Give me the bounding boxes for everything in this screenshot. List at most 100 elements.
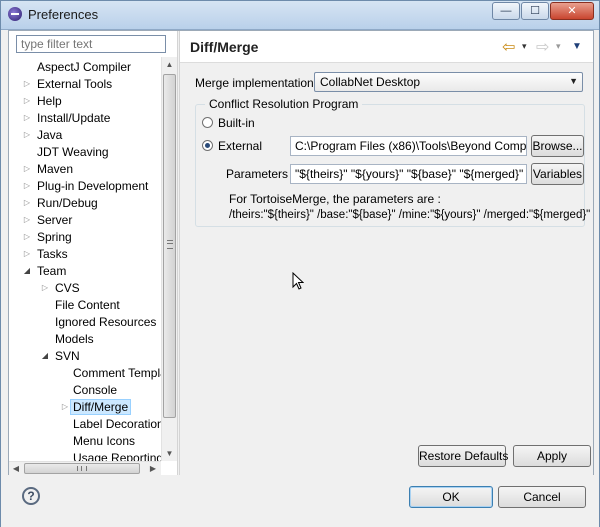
expand-arrow-icon[interactable]: ▷ (41, 283, 49, 293)
close-button[interactable]: ✕ (550, 2, 594, 20)
apply-button[interactable]: Apply (513, 445, 591, 467)
scroll-left-arrow-icon[interactable]: ◀ (9, 462, 23, 475)
parameters-label: Parameters : (226, 167, 295, 181)
tree-item-label: Usage Reporting (73, 451, 161, 461)
back-history-dropdown-icon[interactable]: ▾ (522, 41, 527, 52)
tree-item-label: AspectJ Compiler (37, 60, 132, 74)
tree-item-jdt-weaving[interactable]: JDT Weaving (37, 144, 109, 160)
dialog-body: AspectJ Compiler ▷ External Tools ▷ Help ▷… (8, 30, 594, 476)
cancel-button[interactable]: Cancel (498, 486, 586, 508)
group-title: Conflict Resolution Program (205, 97, 363, 111)
tree-item-team[interactable]: ◢ Team (24, 263, 67, 279)
tree-item-label: JDT Weaving (37, 145, 109, 159)
builtin-label[interactable]: Built-in (218, 116, 255, 130)
tree-item-console[interactable]: Console (73, 382, 117, 398)
tree-item-external-tools[interactable]: ▷ External Tools (24, 76, 113, 92)
back-arrow-icon[interactable]: ⇦ (502, 37, 515, 57)
forward-history-dropdown-icon[interactable]: ▾ (556, 41, 561, 52)
expand-arrow-icon[interactable]: ▷ (23, 164, 31, 174)
scroll-up-arrow-icon[interactable]: ▲ (162, 57, 177, 72)
tree-item-label: File Content (55, 298, 120, 312)
collapse-arrow-icon[interactable]: ◢ (41, 351, 49, 361)
tree-item-label: Java (37, 128, 63, 142)
expand-arrow-icon[interactable]: ▷ (61, 402, 69, 412)
grip-icon (167, 240, 173, 249)
collapse-arrow-icon[interactable]: ◢ (23, 266, 31, 276)
page-header: Diff/Merge ⇦ ▾ ⇨ ▾ ▼ (180, 31, 593, 63)
browse-button[interactable]: Browse... (531, 135, 584, 157)
minimize-button[interactable]: — (492, 2, 520, 20)
expand-arrow-icon[interactable]: ▷ (23, 215, 31, 225)
expand-arrow-icon[interactable]: ▷ (23, 113, 31, 123)
external-label[interactable]: External (218, 139, 262, 153)
tree-item-label: Team (37, 264, 67, 278)
merge-implementation-select[interactable]: CollabNet Desktop ▼ (314, 72, 583, 92)
expand-arrow-icon[interactable]: ▷ (23, 130, 31, 140)
tree-item-aspectj-compiler[interactable]: AspectJ Compiler (37, 59, 131, 75)
builtin-radio[interactable] (202, 117, 213, 128)
tree-item-label: SVN (55, 349, 80, 363)
restore-defaults-button[interactable]: Restore Defaults (418, 445, 508, 467)
expand-arrow-icon[interactable]: ▷ (23, 96, 31, 106)
external-radio[interactable] (202, 140, 213, 151)
tree-item-tasks[interactable]: ▷ Tasks (24, 246, 68, 262)
tree-item-label: Run/Debug (37, 196, 98, 210)
tree-item-spring[interactable]: ▷ Spring (24, 229, 72, 245)
tree-item-label: Console (73, 383, 118, 397)
scrollbar-thumb[interactable] (24, 463, 140, 474)
variables-button[interactable]: Variables (531, 163, 584, 185)
tree-item-help[interactable]: ▷ Help (24, 93, 62, 109)
tree-horizontal-scrollbar[interactable]: ◀ ▶ (9, 461, 161, 475)
expand-arrow-icon[interactable]: ▷ (23, 249, 31, 259)
tree-vertical-scrollbar[interactable]: ▲ ▼ (161, 57, 177, 461)
tree-item-comment-templates[interactable]: Comment Templates (73, 365, 161, 381)
tree-item-label: Ignored Resources (55, 315, 157, 329)
tree-item-menu-icons[interactable]: Menu Icons (73, 433, 135, 449)
merge-implementation-label: Merge implementation: (195, 76, 318, 90)
tree-item-install-update[interactable]: ▷ Install/Update (24, 110, 110, 126)
expand-arrow-icon[interactable]: ▷ (23, 181, 31, 191)
help-icon[interactable]: ? (22, 487, 40, 505)
tree-item-diff-merge[interactable]: ▷ Diff/Merge (62, 399, 132, 415)
tree-item-cvs[interactable]: ▷ CVS (42, 280, 80, 296)
expand-arrow-icon[interactable]: ▷ (23, 79, 31, 89)
expand-arrow-icon[interactable]: ▷ (23, 198, 31, 208)
preferences-tree: AspectJ Compiler ▷ External Tools ▷ Help ▷… (9, 57, 161, 461)
tree-item-server[interactable]: ▷ Server (24, 212, 72, 228)
parameters-field[interactable]: "${theirs}" "${yours}" "${base}" "${merg… (290, 164, 527, 184)
tortoisemerge-note: For TortoiseMerge, the parameters are : (229, 192, 441, 206)
tree-item-label: Label Decorations (73, 417, 161, 431)
preferences-window: Preferences — ☐ ✕ AspectJ Compiler ▷ Exte… (0, 0, 600, 527)
scroll-down-arrow-icon[interactable]: ▼ (162, 446, 177, 461)
tree-item-label: External Tools (37, 77, 113, 91)
external-program-path-field[interactable]: C:\Program Files (x86)\Tools\Beyond Comp… (290, 136, 527, 156)
tree-item-plugin-development[interactable]: ▷ Plug-in Development (24, 178, 148, 194)
tree-item-usage-reporting[interactable]: Usage Reporting (73, 450, 161, 461)
tree-item-label: Help (37, 94, 62, 108)
expand-arrow-icon[interactable]: ▷ (23, 232, 31, 242)
tree-item-file-content[interactable]: File Content (55, 297, 120, 313)
tree-item-label: Tasks (37, 247, 68, 261)
dropdown-arrow-icon: ▼ (569, 76, 578, 86)
view-menu-icon[interactable]: ▼ (572, 41, 582, 52)
window-title: Preferences (28, 7, 99, 22)
tree-item-java[interactable]: ▷ Java (24, 127, 63, 143)
tree-item-models[interactable]: Models (55, 331, 94, 347)
tree-item-label: Diff/Merge (70, 399, 132, 415)
tree-item-label-decorations[interactable]: Label Decorations (73, 416, 161, 432)
tree-item-label: CVS (55, 281, 80, 295)
grip-icon (77, 466, 87, 471)
forward-arrow-icon[interactable]: ⇨ (536, 37, 549, 57)
filter-input[interactable] (16, 35, 166, 53)
tree-item-maven[interactable]: ▷ Maven (24, 161, 73, 177)
scroll-right-arrow-icon[interactable]: ▶ (146, 462, 160, 475)
tree-item-label: Spring (37, 230, 72, 244)
maximize-button[interactable]: ☐ (521, 2, 549, 20)
merge-implementation-value: CollabNet Desktop (320, 75, 421, 89)
ok-button[interactable]: OK (409, 486, 493, 508)
tree-item-ignored-resources[interactable]: Ignored Resources (55, 314, 156, 330)
tree-item-svn[interactable]: ◢ SVN (42, 348, 80, 364)
title-bar[interactable]: Preferences — ☐ ✕ (1, 1, 599, 30)
tree-item-run-debug[interactable]: ▷ Run/Debug (24, 195, 98, 211)
scrollbar-thumb[interactable] (163, 74, 176, 418)
